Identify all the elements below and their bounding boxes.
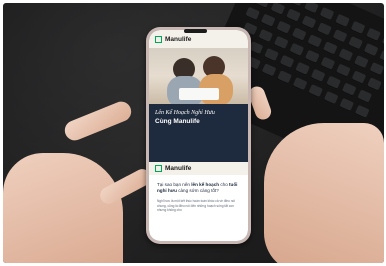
keyboard-key — [334, 13, 350, 28]
brand-name: Manulife — [165, 35, 192, 43]
keyboard-key — [301, 15, 317, 30]
keyboard-key — [279, 54, 295, 69]
keyboard-key — [285, 8, 301, 23]
hero-title: Lên Kế Hoạch Nghỉ Hưu — [155, 110, 215, 116]
hero-photo — [149, 48, 248, 104]
keyboard-key — [363, 43, 379, 58]
manulife-logo-icon — [155, 165, 162, 172]
hero-subtitle: Cùng Manulife — [155, 118, 200, 126]
keyboard-key — [276, 20, 292, 35]
keyboard-key — [258, 28, 274, 43]
keyboard-key — [350, 20, 366, 35]
keyboard-key — [292, 77, 308, 92]
question-mid: cho — [219, 182, 230, 187]
keyboard-key — [347, 36, 363, 51]
card-question: Tại sao bạn nên lên kế hoạch cho tuổi ng… — [149, 175, 248, 194]
keyboard-key — [381, 34, 384, 49]
phone-notch — [184, 29, 207, 33]
keyboard-key — [351, 70, 367, 85]
left-hand — [3, 153, 123, 263]
keyboard-key — [354, 104, 370, 119]
keyboard-key — [357, 89, 373, 104]
card-header: Manulife — [149, 162, 248, 175]
keyboard-key — [261, 63, 277, 78]
keyboard-key — [341, 82, 357, 97]
keyboard-key — [304, 49, 320, 64]
keyboard-key — [322, 41, 338, 56]
keyboard-key — [260, 13, 276, 28]
keyboard-key — [369, 62, 384, 77]
keyboard-key — [325, 75, 341, 90]
keyboard-key — [303, 3, 319, 15]
keyboard-key — [291, 27, 307, 42]
keyboard-key — [332, 29, 348, 44]
keyboard-key — [319, 6, 335, 21]
smartphone: Manulife Lên Kế Hoạch Nghỉ Hưu Cùng Manu… — [146, 27, 251, 244]
question-prefix: Tại sao bạn nên — [157, 182, 192, 187]
keyboard-key — [335, 63, 351, 78]
keyboard-key — [307, 34, 323, 49]
keyboard-key — [338, 48, 354, 63]
keyboard-key — [273, 35, 289, 50]
keyboard-key — [339, 97, 355, 112]
question-suffix: càng sớm càng tốt? — [176, 188, 219, 194]
keyboard-key — [270, 3, 286, 16]
phone-screen: Manulife Lên Kế Hoạch Nghỉ Hưu Cùng Manu… — [149, 30, 248, 241]
question-bold-plan: lên kế hoạch — [191, 182, 220, 187]
info-card: Manulife Tại sao bạn nên lên kế hoạch ch… — [149, 162, 248, 241]
keyboard-key — [366, 77, 382, 92]
keyboard-key — [288, 3, 304, 8]
hero-text: Lên Kế Hoạch Nghỉ Hưu Cùng Manulife — [155, 110, 245, 125]
card-brand-name: Manulife — [165, 165, 192, 172]
keyboard-key — [310, 68, 326, 83]
keyboard-key — [323, 90, 339, 105]
keyboard-key — [320, 56, 336, 71]
keyboard-key — [263, 47, 279, 62]
keyboard-key — [307, 84, 324, 99]
keyboard-key — [244, 6, 261, 21]
manulife-logo-icon — [155, 35, 162, 43]
card-body-text: Nghỉ hưu là một kết thúc hoàn toàn khác … — [157, 199, 235, 213]
right-hand — [264, 123, 384, 263]
keyboard-key — [378, 49, 384, 64]
keyboard-key — [365, 27, 381, 42]
keyboard-key — [289, 42, 305, 57]
keyboard-key — [353, 55, 369, 70]
photo-background: Manulife Lên Kế Hoạch Nghỉ Hưu Cùng Manu… — [3, 3, 384, 263]
tablet-device — [179, 88, 219, 100]
keyboard-key — [276, 70, 292, 85]
keyboard-key — [316, 22, 332, 37]
keyboard-key — [254, 3, 270, 9]
keyboard-key — [294, 61, 310, 76]
